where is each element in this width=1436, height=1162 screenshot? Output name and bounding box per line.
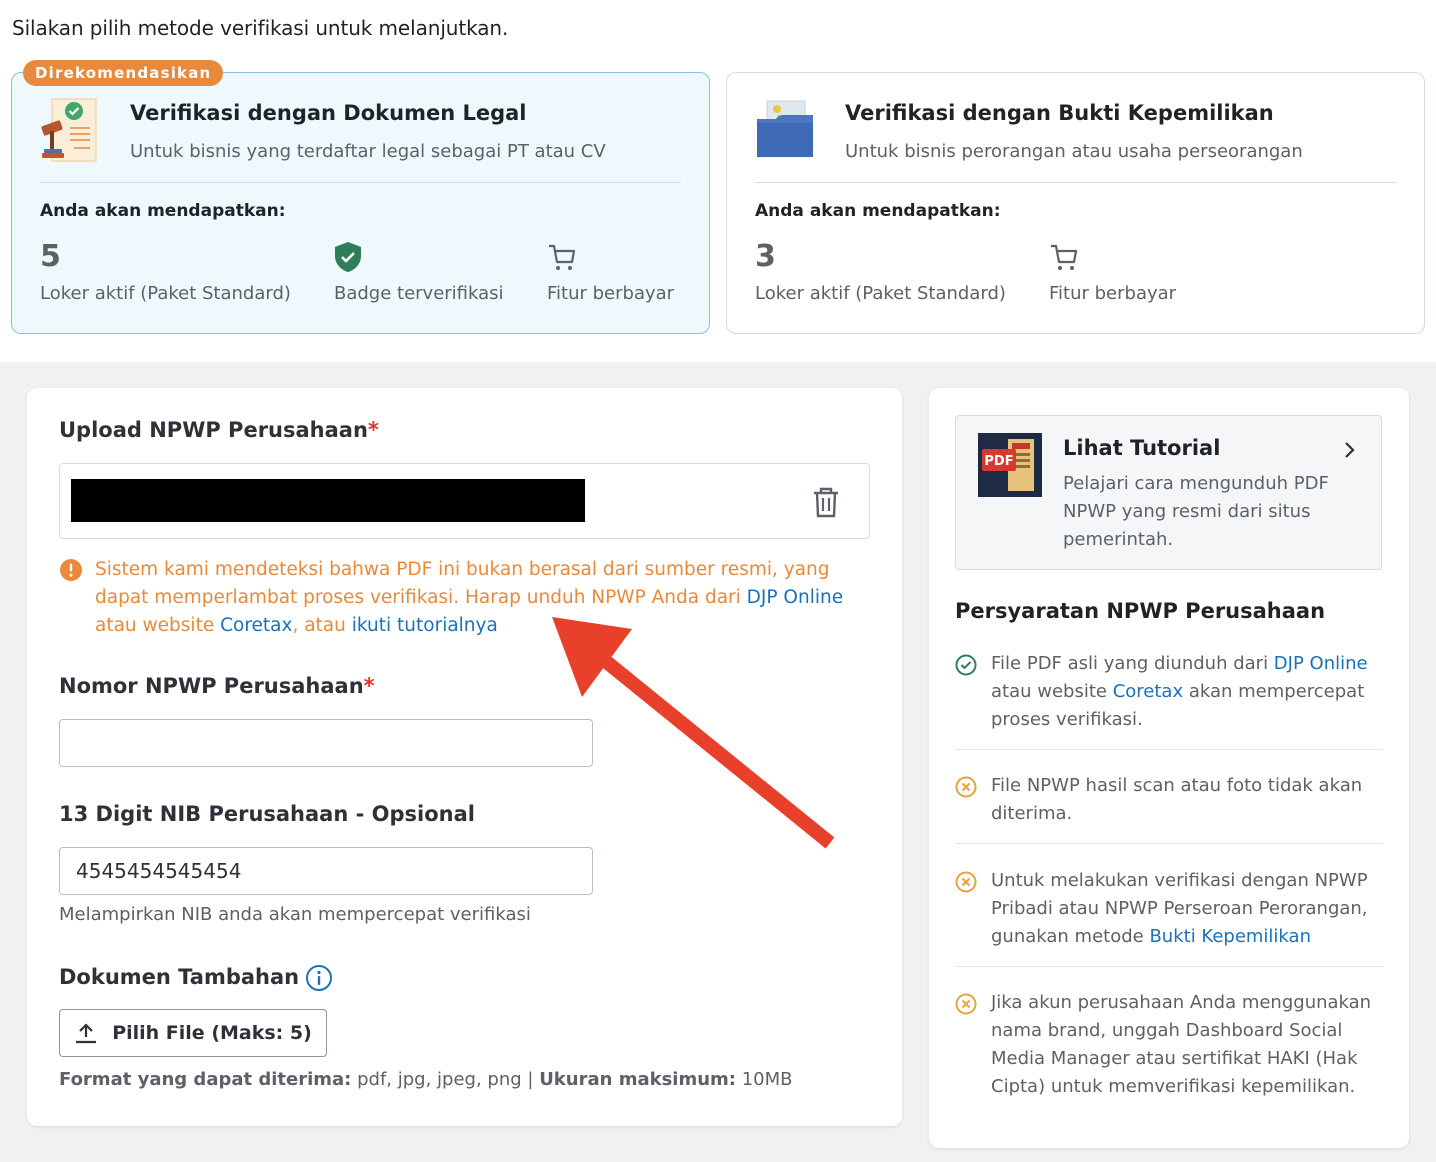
npwp-number-input[interactable] — [59, 719, 593, 767]
benefit-value: 5 — [40, 239, 61, 274]
benefit-label: Loker aktif (Paket Standard) — [40, 283, 291, 304]
method-title: Verifikasi dengan Dokumen Legal — [130, 101, 527, 125]
requirement-item-brand-name: Jika akun perusahaan Anda menggunakan na… — [955, 989, 1383, 1101]
folder-image-icon — [757, 100, 813, 157]
benefit-active-jobs: 5 Loker aktif (Paket Standard) — [40, 237, 291, 304]
alert-icon — [60, 559, 82, 581]
trash-icon[interactable] — [811, 486, 841, 518]
cart-icon — [1051, 244, 1078, 270]
choose-file-label: Pilih File (Maks: 5) — [112, 1022, 312, 1044]
requirements-panel: PDF Lihat Tutorial Pelajari cara mengund… — [929, 388, 1409, 1148]
requirements-heading: Persyaratan NPWP Perusahaan — [955, 599, 1326, 623]
benefits-heading: Anda akan mendapatkan: — [755, 201, 1001, 221]
nib-input[interactable]: 4545454545454 — [59, 847, 593, 895]
tutorial-title: Lihat Tutorial — [1063, 436, 1221, 460]
benefit-label: Loker aktif (Paket Standard) — [755, 283, 1006, 304]
benefit-paid-features: Fitur berbayar — [547, 237, 674, 304]
benefit-value: 3 — [755, 239, 776, 274]
tutorial-link[interactable]: ikuti tutorialnya — [352, 615, 498, 636]
cart-icon — [549, 244, 576, 270]
choose-file-button[interactable]: Pilih File (Maks: 5) — [59, 1009, 327, 1057]
method-card-ownership[interactable]: Verifikasi dengan Bukti Kepemilikan Untu… — [726, 72, 1425, 334]
djp-online-link[interactable]: DJP Online — [1274, 653, 1368, 674]
pdf-icon-text: PDF — [984, 454, 1013, 469]
requirement-item-personal-npwp: Untuk melakukan verifikasi dengan NPWP P… — [955, 867, 1383, 951]
benefit-label: Fitur berbayar — [1049, 283, 1177, 304]
nib-label: 13 Digit NIB Perusahaan - Opsional — [59, 802, 475, 826]
x-circle-icon — [955, 871, 977, 893]
page-intro: Silakan pilih metode verifikasi untuk me… — [12, 16, 509, 40]
benefit-label: Fitur berbayar — [547, 283, 675, 304]
requirement-item-no-scan: File NPWP hasil scan atau foto tidak aka… — [955, 772, 1383, 828]
nib-hint: Melampirkan NIB anda akan mempercepat ve… — [59, 904, 531, 925]
method-subtitle: Untuk bisnis yang terdaftar legal sebaga… — [130, 141, 606, 162]
method-subtitle: Untuk bisnis perorangan atau usaha perse… — [845, 141, 1303, 162]
upload-icon — [76, 1023, 97, 1044]
file-format-info: Format yang dapat diterima: pdf, jpg, jp… — [59, 1069, 793, 1090]
benefit-active-jobs: 3 Loker aktif (Paket Standard) — [755, 237, 1006, 304]
redacted-filename — [71, 479, 585, 522]
coretax-link[interactable]: Coretax — [1113, 681, 1183, 702]
benefit-label: Badge terverifikasi — [334, 283, 504, 304]
upload-npwp-label: Upload NPWP Perusahaan* — [59, 418, 379, 442]
pdf-source-warning: Sistem kami mendeteksi bahwa PDF ini buk… — [59, 556, 874, 640]
extra-docs-label: Dokumen Tambahan — [59, 964, 333, 992]
tutorial-card[interactable]: PDF Lihat Tutorial Pelajari cara mengund… — [955, 415, 1382, 570]
benefit-paid-features: Fitur berbayar — [1049, 237, 1176, 304]
pdf-file-icon: PDF — [978, 433, 1042, 497]
x-circle-icon — [955, 993, 977, 1015]
requirement-item-official-pdf: File PDF asli yang diunduh dari DJP Onli… — [955, 650, 1383, 734]
uploaded-file-box — [59, 463, 870, 539]
divider — [955, 843, 1383, 844]
info-icon[interactable] — [305, 964, 333, 992]
coretax-link[interactable]: Coretax — [220, 615, 292, 636]
warning-text: Sistem kami mendeteksi bahwa PDF ini buk… — [95, 559, 844, 636]
chevron-right-icon — [1345, 442, 1355, 458]
card-header: Verifikasi dengan Dokumen Legal Untuk bi… — [40, 97, 681, 183]
tutorial-description: Pelajari cara mengunduh PDF NPWP yang re… — [1063, 473, 1329, 550]
card-header: Verifikasi dengan Bukti Kepemilikan Untu… — [755, 97, 1396, 183]
shield-check-icon — [335, 242, 361, 272]
x-circle-icon — [955, 776, 977, 798]
divider — [955, 966, 1383, 967]
recommended-badge: Direkomendasikan — [23, 60, 224, 86]
djp-online-link[interactable]: DJP Online — [747, 587, 843, 608]
check-circle-icon — [955, 654, 977, 676]
benefit-verified-badge: Badge terverifikasi — [334, 237, 504, 304]
method-title: Verifikasi dengan Bukti Kepemilikan — [845, 101, 1274, 125]
ownership-proof-link[interactable]: Bukti Kepemilikan — [1149, 926, 1311, 947]
npwp-number-label: Nomor NPWP Perusahaan* — [59, 674, 375, 698]
method-card-legal[interactable]: Direkomendasikan Verifikasi dengan Dokum… — [11, 60, 710, 334]
legal-document-icon — [41, 98, 97, 162]
npwp-form-panel: Upload NPWP Perusahaan* Sistem kami mend… — [27, 388, 902, 1126]
benefits-heading: Anda akan mendapatkan: — [40, 201, 286, 221]
divider — [955, 749, 1383, 750]
